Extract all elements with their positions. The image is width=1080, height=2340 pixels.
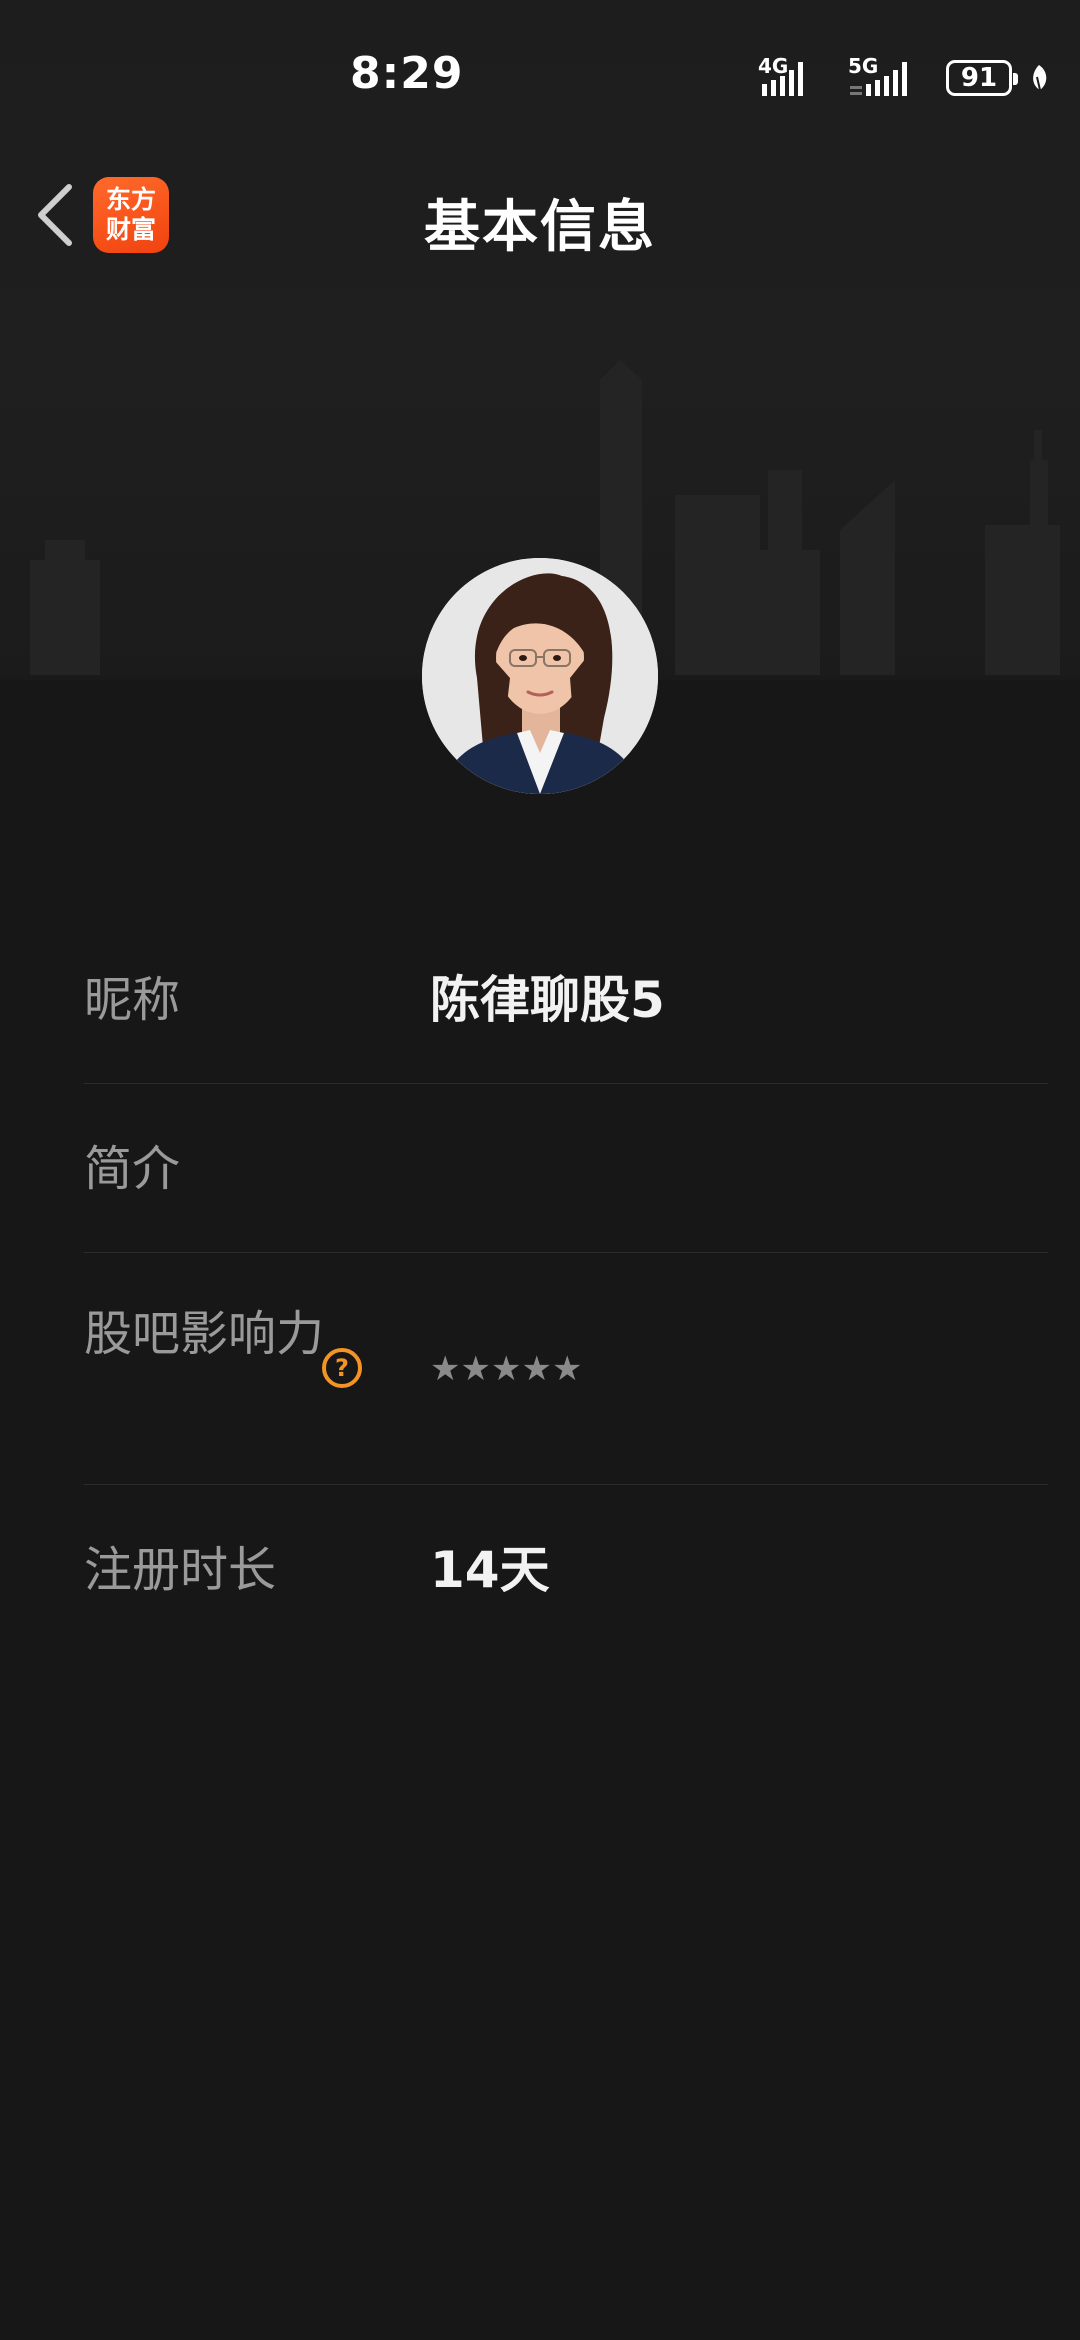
signal-4g-indicator: 4G [758,54,814,98]
star-icon: ★ [551,1349,583,1389]
status-bar: 8:29 4G 5G 91 [0,0,1080,150]
bio-row[interactable]: 简介 [84,1084,1048,1253]
registration-duration-row: 注册时长 14天 [84,1485,1048,1655]
basic-info-screen: 8:29 4G 5G 91 东方 财富 基本信息 昵称 陈律聊股5 简介 股吧影… [0,0,1080,2340]
influence-label: 股吧影响力 [84,1306,325,1362]
battery-level: 91 [960,63,998,93]
bio-label: 简介 [84,1141,181,1197]
star-icon: ★ [521,1349,552,1389]
registration-duration-value: 14天 [430,1541,550,1599]
leaf-icon [1033,65,1047,91]
influence-stars: ★ ★ ★ ★ ★ [430,1349,582,1389]
avatar[interactable] [422,558,658,794]
avatar-portrait [422,558,658,794]
star-icon: ★ [490,1349,522,1389]
help-icon[interactable]: ? [322,1348,362,1388]
signal-bars-icon [850,62,907,96]
nickname-label: 昵称 [84,972,181,1028]
info-list: 昵称 陈律聊股5 简介 股吧影响力 ? ★ ★ ★ ★ ★ 注册时长 14天 [84,916,1048,1655]
influence-row: 股吧影响力 ? ★ ★ ★ ★ ★ [84,1253,1048,1485]
navigation-bar: 东方 财富 基本信息 [0,160,1080,270]
signal-bars-icon [762,62,803,96]
battery-indicator: 91 [946,60,1018,96]
registration-duration-label: 注册时长 [84,1542,277,1598]
page-title: 基本信息 [424,195,656,260]
status-time: 8:29 [350,48,464,99]
star-icon: ★ [430,1349,461,1389]
nickname-value: 陈律聊股5 [430,971,665,1029]
signal-5g-indicator: 5G [848,54,916,98]
nickname-row[interactable]: 昵称 陈律聊股5 [84,916,1048,1084]
star-icon: ★ [460,1349,491,1389]
status-icons: 4G 5G 91 [758,54,1050,100]
